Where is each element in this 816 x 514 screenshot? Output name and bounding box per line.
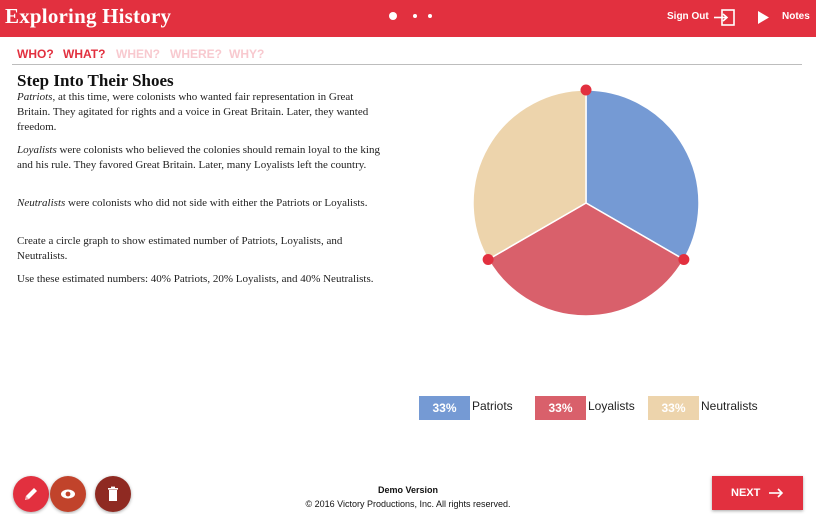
chart-legend: 33% Patriots 33% Loyalists 33% Neutralis…: [419, 396, 779, 420]
neutralists-text: were colonists who did not side with eit…: [65, 197, 368, 209]
page-dot-1[interactable]: [389, 12, 397, 20]
legend-label-patriots: Patriots: [472, 399, 513, 413]
tab-where[interactable]: WHERE?: [170, 47, 222, 61]
tab-what[interactable]: WHAT?: [63, 47, 105, 61]
legend-label-neutralists: Neutralists: [701, 399, 758, 413]
app-title: Exploring History: [5, 4, 172, 28]
neutralists-term: Neutralists: [17, 197, 66, 209]
notes-link[interactable]: Notes: [782, 11, 810, 22]
sign-out-icon[interactable]: [713, 9, 735, 26]
slice-drag-handle-2[interactable]: [678, 254, 690, 265]
legend-swatch-patriots: 33%: [419, 396, 470, 420]
patriots-text: , at this time, were colonists who wante…: [17, 91, 369, 133]
patriots-definition: Patriots, at this time, were colonists w…: [17, 90, 389, 135]
section-title: Step Into Their Shoes: [17, 71, 174, 90]
loyalists-term: Loyalists: [17, 144, 57, 156]
tab-divider: [12, 64, 802, 65]
page-dot-3[interactable]: [428, 14, 432, 18]
loyalists-definition: Loyalists were colonists who believed th…: [17, 143, 389, 173]
tab-when[interactable]: WHEN?: [116, 47, 160, 61]
slice-drag-handle-1[interactable]: [580, 84, 592, 96]
pie-chart[interactable]: [466, 76, 706, 321]
legend-swatch-neutralists: 33%: [648, 396, 699, 420]
page-dot-2[interactable]: [413, 14, 417, 18]
next-label: NEXT: [731, 487, 761, 499]
demo-version-label: Demo Version: [377, 485, 439, 495]
top-bar: Exploring History Sign Out Notes: [0, 0, 816, 37]
sign-out-link[interactable]: Sign Out: [667, 11, 709, 22]
next-button[interactable]: NEXT: [712, 476, 803, 510]
legend-label-loyalists: Loyalists: [588, 399, 635, 413]
tab-why[interactable]: WHY?: [229, 47, 264, 61]
numbers-text: Use these estimated numbers: 40% Patriot…: [17, 273, 374, 285]
tab-who[interactable]: WHO?: [17, 47, 54, 61]
copyright-text: © 2016 Victory Productions, Inc. All rig…: [305, 499, 511, 509]
instruction-text: Create a circle graph to show estimated …: [17, 235, 343, 262]
play-icon[interactable]: [758, 11, 769, 24]
arrow-right-icon: [769, 488, 784, 498]
loyalists-text: were colonists who believed the colonies…: [17, 144, 380, 171]
slice-drag-handle-3[interactable]: [482, 254, 494, 265]
neutralists-definition: Neutralists were colonists who did not s…: [17, 196, 389, 211]
legend-swatch-loyalists: 33%: [535, 396, 586, 420]
patriots-term: Patriots: [17, 91, 53, 103]
